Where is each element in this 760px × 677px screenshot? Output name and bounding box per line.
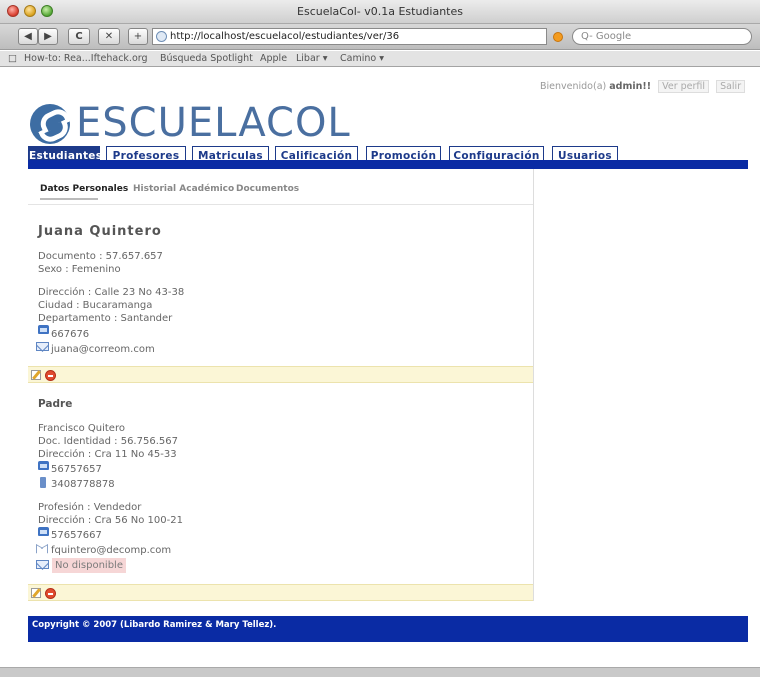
- bookmark-item[interactable]: How-to: Rea...Iftehack.org: [24, 53, 148, 64]
- parent-heading: Padre: [38, 398, 73, 410]
- phone-icon: [38, 461, 49, 470]
- parent-mobile: 3408778878: [51, 479, 115, 490]
- add-bookmark-button[interactable]: +: [128, 28, 148, 45]
- student-address: Dirección : Calle 23 No 43-38: [38, 287, 185, 298]
- student-email[interactable]: juana@correom.com: [51, 344, 155, 355]
- email-icon: [36, 342, 49, 351]
- student-document: Documento : 57.657.657: [38, 251, 163, 262]
- bookmark-item[interactable]: Libar ▾: [296, 53, 327, 64]
- window-titlebar: EscuelaCol- v0.1a Estudiantes: [0, 0, 760, 24]
- active-subtab-underline: [40, 198, 98, 200]
- parent-actions: [28, 584, 533, 601]
- browser-statusbar: [0, 667, 760, 677]
- welcome-prefix: Bienvenido(a): [540, 81, 607, 92]
- parent-phone: 56757657: [51, 464, 102, 475]
- reload-button[interactable]: C: [68, 28, 90, 45]
- email-icon: [36, 560, 49, 569]
- window-title: EscuelaCol- v0.1a Estudiantes: [297, 5, 463, 18]
- student-department: Departamento : Santander: [38, 313, 173, 324]
- bookmark-item[interactable]: Camino ▾: [340, 53, 384, 64]
- edit-icon[interactable]: [31, 588, 41, 598]
- address-bar[interactable]: http://localhost/escuelacol/estudiantes/…: [152, 28, 547, 45]
- delete-icon[interactable]: [45, 588, 56, 599]
- parent-work-address: Dirección : Cra 56 No 100-21: [38, 515, 183, 526]
- parent-profession: Profesión : Vendedor: [38, 502, 142, 513]
- student-actions: [28, 366, 533, 383]
- logout-link[interactable]: Salir: [716, 80, 746, 93]
- phone-icon: [38, 325, 49, 334]
- username: admin!!: [609, 81, 652, 92]
- column-divider: [533, 169, 534, 601]
- nav-band: [28, 160, 748, 169]
- site-footer: Copyright © 2007 (Libardo Ramirez & Mary…: [28, 616, 748, 642]
- parent-name: Francisco Quitero: [38, 423, 125, 434]
- parent-email-unavailable: No disponible: [52, 558, 126, 573]
- rss-icon[interactable]: [553, 32, 563, 42]
- delete-icon[interactable]: [45, 370, 56, 381]
- logo-text: ESCUELACOL: [76, 100, 351, 146]
- subtab-historial-academico[interactable]: Historial Académico: [133, 184, 234, 194]
- forward-button[interactable]: ▶: [38, 28, 58, 45]
- logo-mark-icon: [30, 104, 70, 144]
- bookmark-item[interactable]: Búsqueda Spotlight: [160, 53, 253, 64]
- search-input[interactable]: Q- Google: [572, 28, 752, 45]
- phone-icon: [38, 527, 49, 536]
- bookmarks-book-icon[interactable]: □: [8, 53, 17, 64]
- bookmark-item[interactable]: Apple: [260, 53, 287, 64]
- bookmarks-bar: □ How-to: Rea...Iftehack.org Búsqueda Sp…: [0, 51, 760, 67]
- back-button[interactable]: ◀: [18, 28, 38, 45]
- student-phone: 667676: [51, 329, 90, 340]
- welcome-bar: Bienvenido(a) admin!! Ver perfil Salir: [540, 80, 746, 93]
- subtab-datos-personales[interactable]: Datos Personales: [40, 184, 128, 194]
- email-icon: [36, 546, 48, 554]
- globe-icon: [156, 31, 167, 42]
- profile-link[interactable]: Ver perfil: [658, 80, 710, 93]
- browser-toolbar: ◀ ▶ C ✕ + http://localhost/escuelacol/es…: [0, 24, 760, 50]
- mobile-icon: [40, 477, 46, 488]
- student-sex: Sexo : Femenino: [38, 264, 121, 275]
- subtab-documentos[interactable]: Documentos: [236, 184, 299, 194]
- parent-work-phone: 57657667: [51, 530, 102, 541]
- student-name: Juana Quintero: [38, 224, 162, 239]
- subnav-divider: [28, 204, 533, 205]
- parent-address: Dirección : Cra 11 No 45-33: [38, 449, 177, 460]
- parent-email[interactable]: fquintero@decomp.com: [51, 545, 171, 556]
- student-city: Ciudad : Bucaramanga: [38, 300, 153, 311]
- parent-id-document: Doc. Identidad : 56.756.567: [38, 436, 178, 447]
- edit-icon[interactable]: [31, 370, 41, 380]
- address-bar-url: http://localhost/escuelacol/estudiantes/…: [170, 31, 400, 42]
- stop-button[interactable]: ✕: [98, 28, 120, 45]
- page-content: Bienvenido(a) admin!! Ver perfil Salir E…: [0, 68, 760, 668]
